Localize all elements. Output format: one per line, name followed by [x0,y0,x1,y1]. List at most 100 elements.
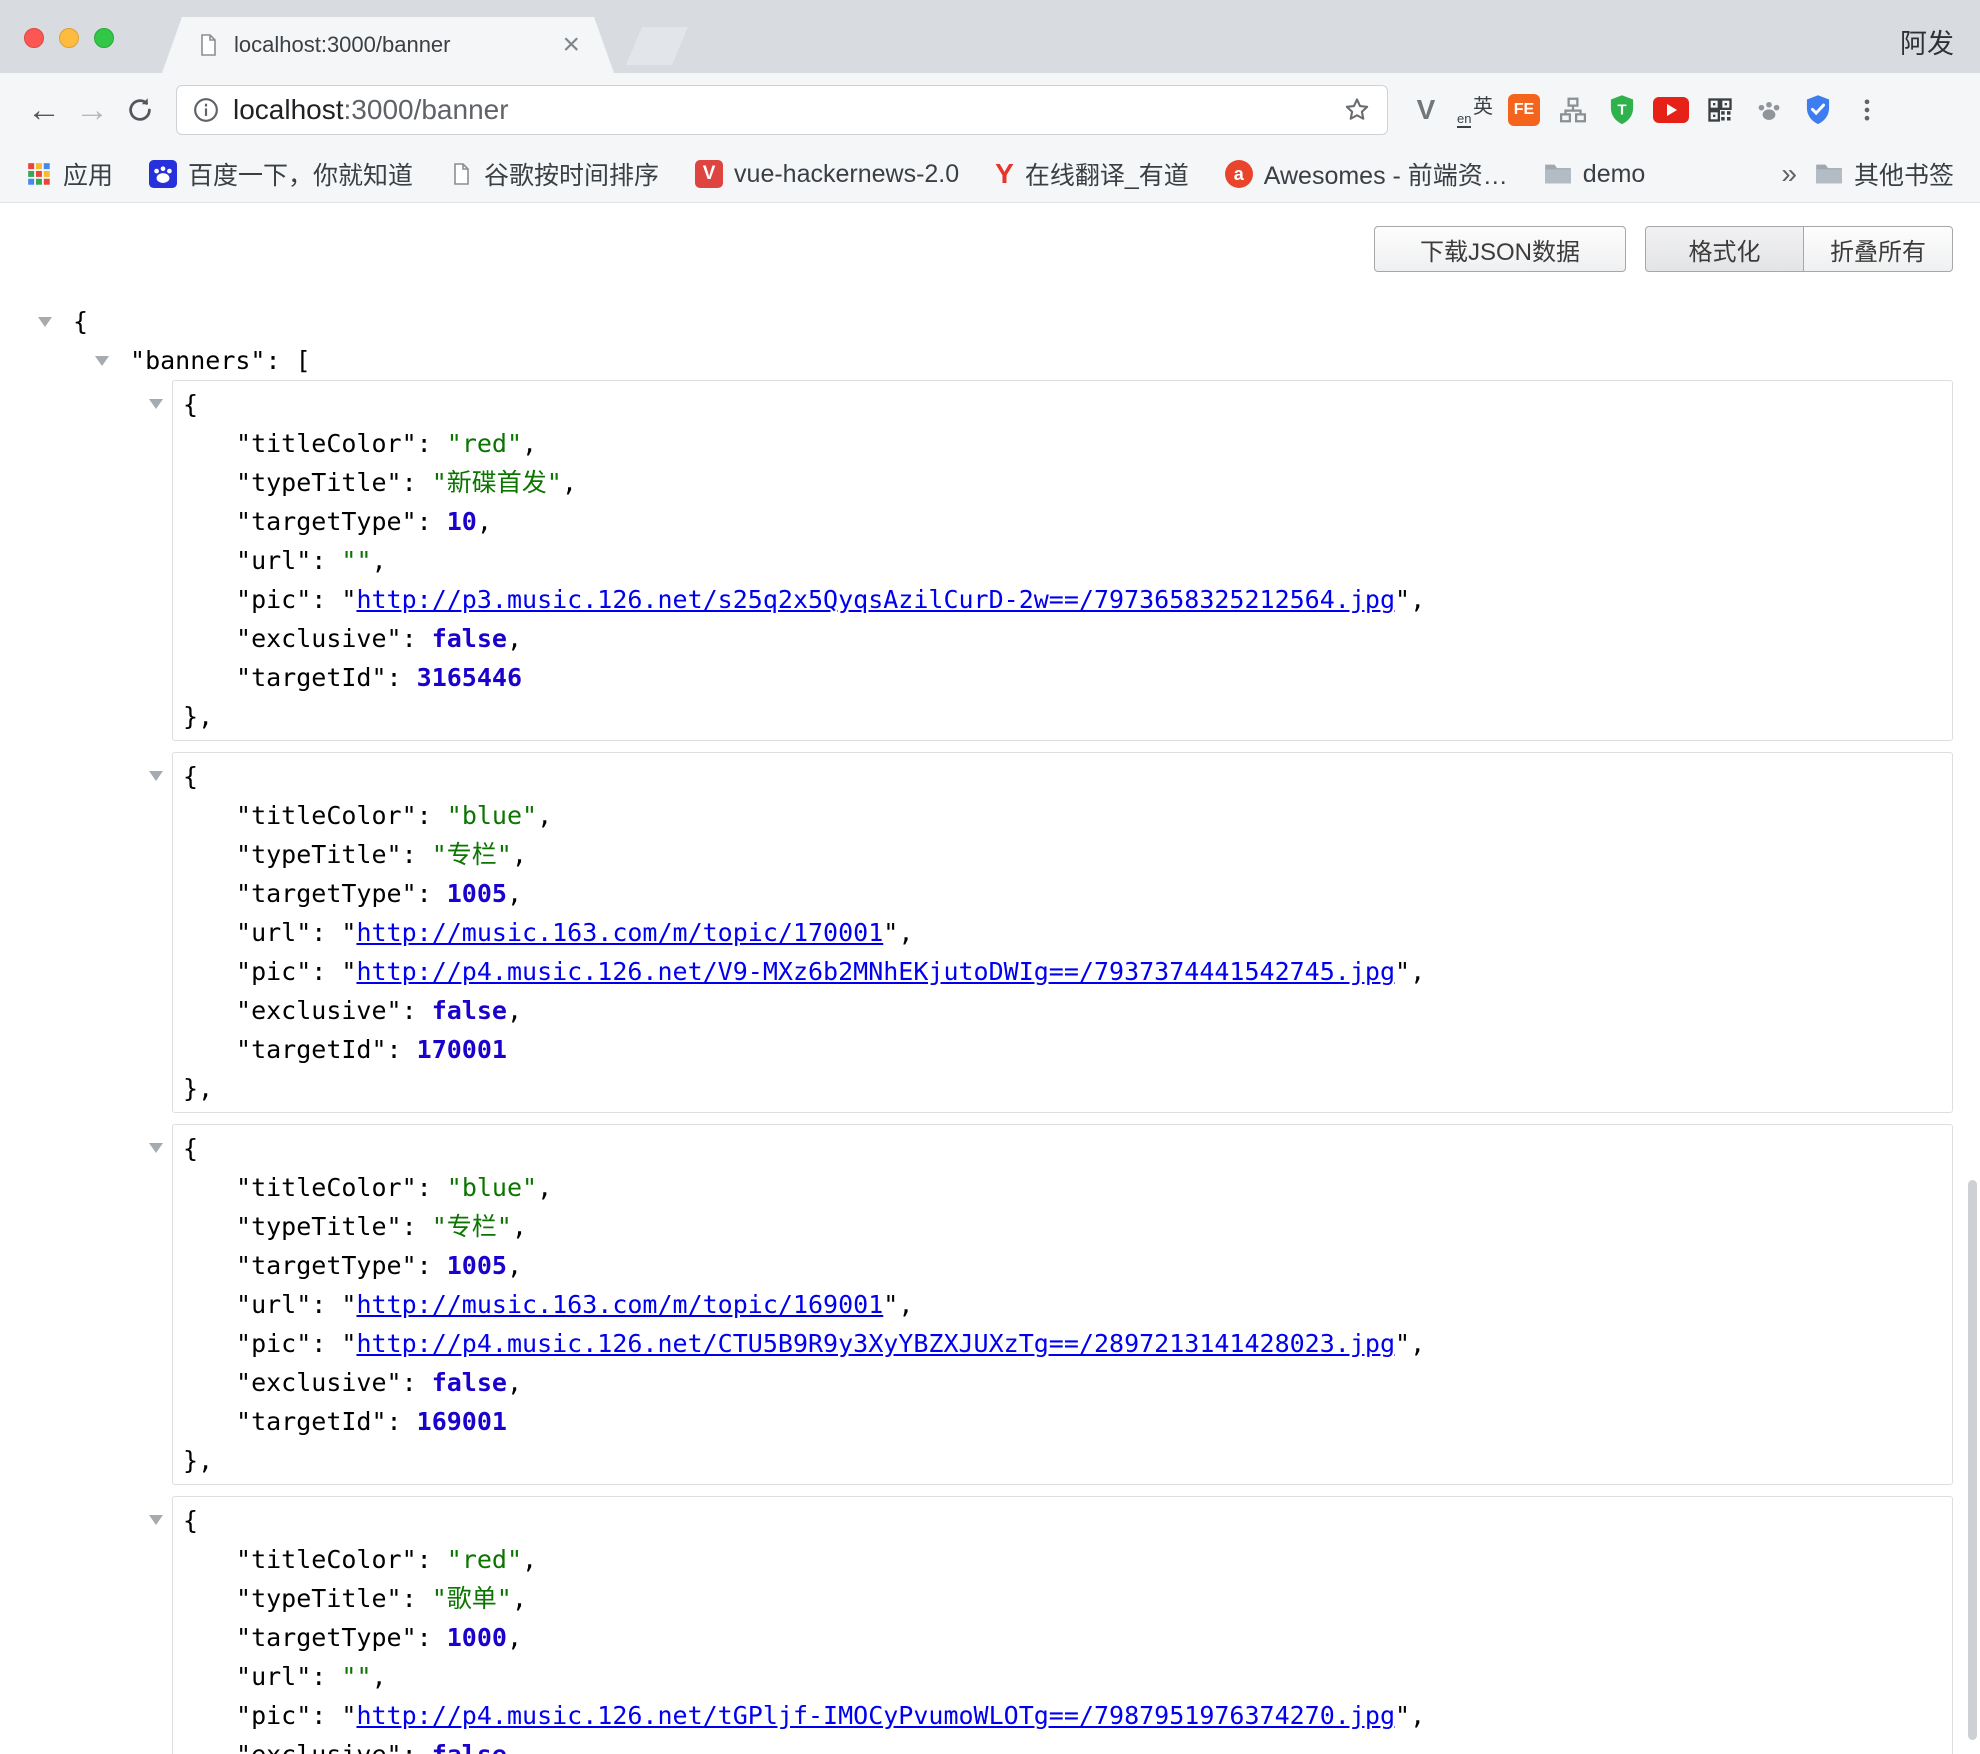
collapse-triangle-icon[interactable] [95,356,109,366]
comma: , [1410,1701,1425,1730]
quote: " [236,1701,251,1730]
json-line: { [173,385,1952,424]
forward-icon[interactable]: → [68,93,116,127]
sitemap-extension-icon[interactable] [1555,92,1591,128]
quote: " [236,996,251,1025]
scrollbar-thumb[interactable] [1968,1180,1977,1740]
shield-check-icon[interactable] [1800,92,1836,128]
json-line: "typeTitle": "歌单", [173,1579,1952,1618]
json-line: "typeTitle": "专栏", [173,835,1952,874]
collapse-triangle-icon[interactable] [149,399,163,409]
json-line: "exclusive": false [173,1735,1952,1754]
paw-extension-icon[interactable] [1751,92,1787,128]
quote: " [387,1212,402,1241]
comma: , [1410,585,1425,614]
json-key: targetId [251,1407,371,1436]
quote: " [236,1623,251,1652]
tab-close-icon[interactable]: × [562,30,580,60]
page-content: 下载JSON数据 格式化 折叠所有 { "banners": [ {"title… [0,204,1980,1754]
youtube-icon[interactable] [1653,92,1689,128]
quote: " [296,1701,311,1730]
json-boolean-value: false [432,624,507,653]
close-window-button[interactable] [24,28,44,48]
format-button[interactable]: 格式化 [1645,226,1804,272]
zoom-window-button[interactable] [94,28,114,48]
json-link-value[interactable]: http://music.163.com/m/topic/169001 [356,1290,883,1319]
quote: " [402,1545,417,1574]
back-icon[interactable]: ← [20,93,68,127]
baidu-paw-icon [149,160,177,188]
bookmark-item-demo[interactable]: demo [1544,160,1646,189]
quote: " [402,1173,417,1202]
quote: " [522,801,537,830]
trafficlight-shield-icon[interactable]: T [1604,92,1640,128]
quote: " [296,918,311,947]
bookmark-item-baidu[interactable]: 百度一下，你就知道 [149,156,413,192]
bookmarks-overflow-chevron[interactable]: » [1781,158,1797,190]
fe-extension-icon[interactable]: FE [1506,92,1542,128]
quote: " [236,1212,251,1241]
json-link-value[interactable]: http://music.163.com/m/topic/170001 [356,918,883,947]
quote: " [341,957,356,986]
quote: " [341,1662,356,1691]
json-key: typeTitle [251,840,386,869]
new-tab-button[interactable] [626,27,688,65]
reload-icon[interactable] [116,95,164,125]
comma: , [507,624,522,653]
profile-name[interactable]: 阿发 [1900,22,1954,61]
bookmark-apps[interactable]: 应用 [26,156,113,192]
json-key: url [251,918,296,947]
url-omnibox[interactable]: localhost:3000/banner [176,85,1388,135]
comma: , [507,1623,522,1652]
collapse-triangle-icon[interactable] [149,1143,163,1153]
json-boolean-value: false [432,1368,507,1397]
info-icon[interactable] [193,97,219,123]
quote: " [236,801,251,830]
json-viewer: { "banners": [ {"titleColor": "red","typ… [0,302,1980,1754]
quote: " [432,468,447,497]
json-line: "pic": "http://p4.music.126.net/V9-MXz6b… [173,952,1952,991]
json-string-value: red [462,1545,507,1574]
json-string-value: 专栏 [447,1212,497,1241]
quote: " [447,1173,462,1202]
quote: " [236,1290,251,1319]
folder-icon [1544,162,1572,186]
chrome-menu-icon[interactable] [1849,92,1885,128]
json-line: "typeTitle": "新碟首发", [173,463,1952,502]
quote: " [1395,1329,1410,1358]
json-key: banners [145,346,250,375]
json-link-value[interactable]: http://p4.music.126.net/V9-MXz6b2MNhEKju… [356,957,1395,986]
quote: " [447,1545,462,1574]
vimium-extension-icon[interactable]: V [1408,92,1444,128]
download-json-button[interactable]: 下载JSON数据 [1374,226,1626,272]
bookmark-item-vue-hackernews[interactable]: V vue-hackernews-2.0 [695,160,959,189]
quote: " [497,840,512,869]
qr-code-icon[interactable] [1702,92,1738,128]
json-line: "url": "", [173,541,1952,580]
collapse-all-button[interactable]: 折叠所有 [1803,226,1953,272]
json-link-value[interactable]: http://p4.music.126.net/CTU5B9R9y3XyYBZX… [356,1329,1395,1358]
bookmark-item-google-sort[interactable]: 谷歌按时间排序 [449,156,659,192]
bookmark-star-icon[interactable] [1343,96,1371,124]
quote: " [341,1329,356,1358]
json-number-value: 3165446 [417,663,522,692]
collapse-triangle-icon[interactable] [149,1515,163,1525]
json-line: { [173,1129,1952,1168]
json-object: {"titleColor": "blue","typeTitle": "专栏",… [172,1124,1953,1485]
open-brace: { [183,390,198,419]
json-key: typeTitle [251,1584,386,1613]
collapse-triangle-icon[interactable] [38,317,52,327]
quote: " [402,879,417,908]
browser-tab[interactable]: localhost:3000/banner × [162,17,614,73]
other-bookmarks[interactable]: 其他书签 [1815,156,1954,192]
json-link-value[interactable]: http://p3.music.126.net/s25q2x5QyqsAzilC… [356,585,1395,614]
json-line: "url": "http://music.163.com/m/topic/170… [173,913,1952,952]
bookmark-item-youdao[interactable]: Y 在线翻译_有道 [995,156,1189,192]
translate-extension-icon[interactable]: 英 en [1457,92,1493,128]
quote: " [236,1329,251,1358]
minimize-window-button[interactable] [59,28,79,48]
json-link-value[interactable]: http://p4.music.126.net/tGPljf-IMOCyPvum… [356,1701,1395,1730]
bookmark-item-awesomes[interactable]: a Awesomes - 前端资… [1225,156,1508,192]
open-brace: { [183,1134,198,1163]
collapse-triangle-icon[interactable] [149,771,163,781]
